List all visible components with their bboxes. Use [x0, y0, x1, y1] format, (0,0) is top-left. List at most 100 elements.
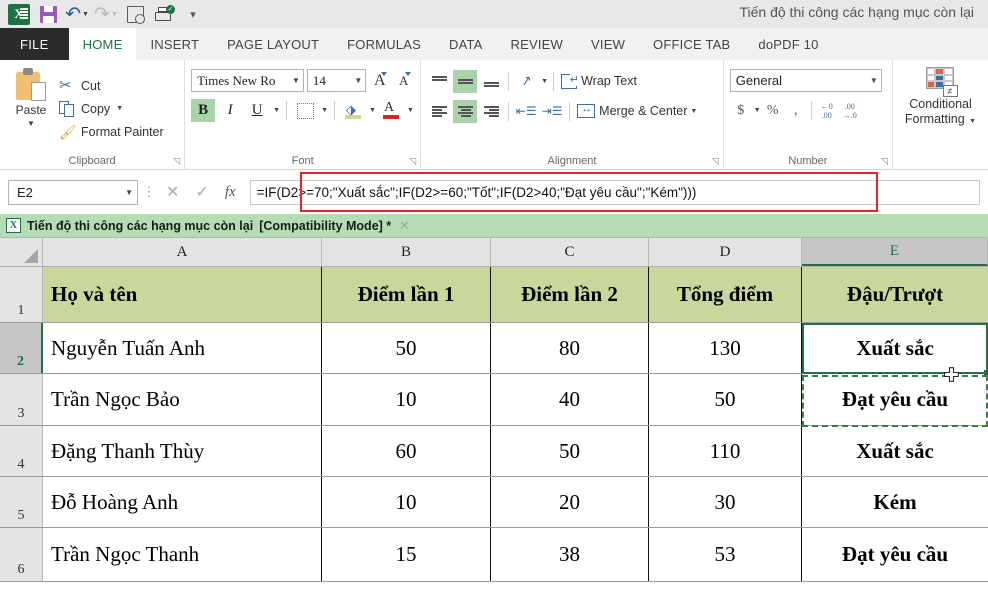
- tab-dopdf[interactable]: doPDF 10: [744, 28, 832, 60]
- increase-font-size-button[interactable]: A: [369, 69, 390, 92]
- tab-file[interactable]: FILE: [0, 28, 69, 60]
- chevron-down-icon[interactable]: ▼: [288, 76, 300, 85]
- cell-e4[interactable]: Xuất sắc: [802, 426, 988, 476]
- cell-a6[interactable]: Trần Ngọc Thanh: [43, 528, 322, 581]
- chevron-down-icon[interactable]: ▼: [273, 107, 280, 114]
- conditional-formatting-button[interactable]: ≠ Conditional Formatting ▼: [899, 64, 982, 169]
- chevron-down-icon[interactable]: ▼: [116, 105, 123, 112]
- cell-e2[interactable]: Xuất sắc: [802, 323, 988, 373]
- tab-home[interactable]: HOME: [68, 28, 137, 60]
- chevron-down-icon[interactable]: ▼: [754, 107, 761, 114]
- tab-insert[interactable]: INSERT: [136, 28, 213, 60]
- close-icon[interactable]: ✕: [399, 218, 410, 234]
- cell-c4[interactable]: 50: [491, 426, 649, 476]
- clipboard-dialog-launcher-icon[interactable]: ◹: [173, 156, 180, 167]
- percent-format-button[interactable]: %: [762, 99, 784, 122]
- font-size-input[interactable]: 14 ▼: [306, 69, 367, 92]
- cell-a1[interactable]: Họ và tên: [43, 267, 322, 322]
- redo-icon[interactable]: ↶ ▼: [93, 3, 119, 25]
- cell-d2[interactable]: 130: [649, 323, 802, 373]
- cancel-formula-icon[interactable]: ✕: [166, 182, 179, 202]
- cell-b6[interactable]: 15: [322, 528, 491, 581]
- undo-icon[interactable]: ↶ ▼: [64, 3, 90, 25]
- column-header-b[interactable]: B: [322, 238, 491, 266]
- print-preview-icon[interactable]: [122, 3, 148, 25]
- orientation-button[interactable]: ↗: [514, 70, 538, 93]
- cell-a2[interactable]: Nguyễn Tuấn Anh: [43, 323, 322, 373]
- cell-a5[interactable]: Đỗ Hoàng Anh: [43, 477, 322, 527]
- quick-print-icon[interactable]: ✓: [151, 3, 177, 25]
- underline-button[interactable]: U: [245, 99, 269, 122]
- save-icon[interactable]: [35, 3, 61, 25]
- cut-button[interactable]: ✂ Cut: [59, 75, 164, 96]
- chevron-down-icon[interactable]: ▼: [690, 108, 697, 115]
- insert-function-icon[interactable]: fx: [225, 184, 236, 201]
- tab-formulas[interactable]: FORMULAS: [333, 28, 435, 60]
- decrease-indent-button[interactable]: ⇤☰: [514, 100, 538, 123]
- cell-c5[interactable]: 20: [491, 477, 649, 527]
- align-left-button[interactable]: [427, 100, 451, 123]
- align-right-button[interactable]: [479, 100, 503, 123]
- cell-e1[interactable]: Đậu/Trượt: [802, 267, 988, 322]
- italic-button[interactable]: I: [218, 99, 242, 122]
- document-tab[interactable]: X Tiến độ thi công các hạng mục còn lại …: [0, 214, 988, 238]
- accounting-format-button[interactable]: $: [730, 99, 752, 122]
- font-name-input[interactable]: Times New Ro ▼: [191, 69, 304, 92]
- chevron-down-icon[interactable]: ▼: [407, 107, 414, 114]
- tab-view[interactable]: VIEW: [577, 28, 639, 60]
- tab-page-layout[interactable]: PAGE LAYOUT: [213, 28, 333, 60]
- chevron-down-icon[interactable]: ▼: [321, 107, 328, 114]
- borders-button[interactable]: [293, 99, 317, 122]
- name-box[interactable]: E2 ▼: [8, 179, 138, 205]
- cell-e5[interactable]: Kém: [802, 477, 988, 527]
- paste-button[interactable]: Paste ▼: [6, 64, 56, 153]
- cell-c1[interactable]: Điểm lần 2: [491, 267, 649, 322]
- comma-style-button[interactable]: ,: [785, 99, 807, 122]
- decrease-decimal-button[interactable]: .00 →.0: [839, 99, 861, 122]
- cell-b4[interactable]: 60: [322, 426, 491, 476]
- cell-c2[interactable]: 80: [491, 323, 649, 373]
- row-header-2[interactable]: 2: [0, 323, 43, 373]
- ribbon-tab-bar[interactable]: FILE HOME INSERT PAGE LAYOUT FORMULAS DA…: [0, 28, 988, 60]
- cell-b1[interactable]: Điểm lần 1: [322, 267, 491, 322]
- row-header-6[interactable]: 6: [0, 528, 43, 581]
- cell-d6[interactable]: 53: [649, 528, 802, 581]
- decrease-font-size-button[interactable]: A: [393, 69, 414, 92]
- cell-e3[interactable]: Đạt yêu cầu: [802, 374, 988, 425]
- align-middle-button[interactable]: [453, 69, 478, 93]
- increase-indent-button[interactable]: ⇥☰: [540, 100, 564, 123]
- row-header-1[interactable]: 1: [0, 267, 43, 322]
- chevron-down-icon[interactable]: ▼: [969, 118, 976, 125]
- quick-access-toolbar[interactable]: X ↶ ▼ ↶ ▼ ✓ ▾: [0, 3, 206, 25]
- chevron-down-icon[interactable]: ▼: [541, 78, 548, 85]
- bold-button[interactable]: B: [191, 99, 216, 122]
- row-header-5[interactable]: 5: [0, 477, 43, 527]
- chevron-down-icon[interactable]: ▼: [125, 188, 133, 197]
- align-top-button[interactable]: [427, 70, 451, 93]
- tab-data[interactable]: DATA: [435, 28, 497, 60]
- fill-color-button[interactable]: ⬗: [341, 99, 365, 122]
- cell-c3[interactable]: 40: [491, 374, 649, 425]
- chevron-down-icon[interactable]: ▼: [369, 107, 376, 114]
- chevron-down-icon[interactable]: ▼: [350, 76, 362, 85]
- cell-d4[interactable]: 110: [649, 426, 802, 476]
- format-painter-button[interactable]: 🖌 Format Painter: [59, 121, 164, 142]
- select-all-corner[interactable]: [0, 238, 43, 266]
- tab-office-tab[interactable]: OFFICE TAB: [639, 28, 744, 60]
- cell-d3[interactable]: 50: [649, 374, 802, 425]
- tab-review[interactable]: REVIEW: [497, 28, 577, 60]
- column-header-d[interactable]: D: [649, 238, 802, 266]
- cell-d5[interactable]: 30: [649, 477, 802, 527]
- font-color-button[interactable]: A: [379, 99, 403, 122]
- cell-a3[interactable]: Trần Ngọc Bảo: [43, 374, 322, 425]
- align-bottom-button[interactable]: [479, 70, 503, 93]
- font-dialog-launcher-icon[interactable]: ◹: [409, 156, 416, 167]
- cell-b2[interactable]: 50: [322, 323, 491, 373]
- row-header-3[interactable]: 3: [0, 374, 43, 425]
- cell-b5[interactable]: 10: [322, 477, 491, 527]
- copy-button[interactable]: Copy ▼: [59, 98, 164, 119]
- chevron-down-icon[interactable]: ▼: [27, 119, 35, 128]
- increase-decimal-button[interactable]: ←0.00: [816, 99, 838, 122]
- number-format-select[interactable]: General ▼: [729, 69, 882, 92]
- cell-c6[interactable]: 38: [491, 528, 649, 581]
